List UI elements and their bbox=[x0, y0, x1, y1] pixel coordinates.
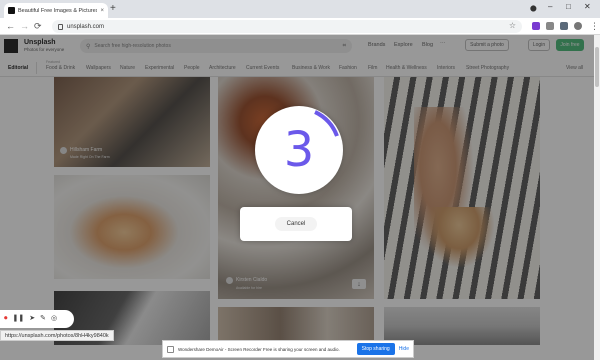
pen-icon[interactable]: ✎ bbox=[40, 315, 46, 323]
window-close-icon[interactable]: ✕ bbox=[584, 2, 591, 12]
cancel-button[interactable]: Cancel bbox=[274, 217, 318, 231]
extension-media-icon[interactable] bbox=[560, 22, 568, 30]
lock-icon bbox=[58, 23, 63, 30]
browser-menu-icon[interactable]: ⋮ bbox=[590, 20, 599, 32]
pause-icon[interactable]: ❚❚ bbox=[13, 315, 25, 323]
new-tab-button[interactable]: + bbox=[110, 3, 116, 15]
profile-avatar-icon[interactable] bbox=[574, 22, 582, 30]
recorder-toolbar: ⏺ ❚❚ ➤ ✎ ◎ bbox=[0, 310, 74, 328]
stop-sharing-button[interactable]: Stop sharing bbox=[356, 343, 395, 355]
countdown-progress-ring bbox=[314, 110, 339, 137]
download-indicator-icon[interactable]: ⬤ bbox=[530, 4, 537, 14]
unsplash-favicon-icon bbox=[8, 7, 15, 14]
record-icon[interactable]: ⏺ bbox=[4, 315, 8, 323]
page-scrollbar[interactable] bbox=[594, 35, 600, 360]
tab-title: Beautiful Free Images & Pictures bbox=[18, 7, 98, 14]
browser-tab-bar: Beautiful Free Images & Pictures × + – □… bbox=[0, 0, 600, 18]
hide-button[interactable]: Hide bbox=[399, 346, 409, 352]
screen-sharing-bar: Wondershare DemoAir - Screen Recorder Fr… bbox=[162, 340, 414, 358]
close-tab-icon[interactable]: × bbox=[100, 8, 104, 14]
extension-puzzle-icon[interactable] bbox=[546, 22, 554, 30]
sharing-message: Wondershare DemoAir - Screen Recorder Fr… bbox=[178, 346, 340, 352]
browser-tab[interactable]: Beautiful Free Images & Pictures × bbox=[4, 3, 108, 18]
scrollbar-thumb[interactable] bbox=[595, 47, 599, 87]
status-url: https://unsplash.com/photos/8hH4ky9840k bbox=[0, 330, 114, 341]
back-icon[interactable]: ← bbox=[6, 20, 15, 32]
screen-share-icon bbox=[167, 345, 174, 353]
countdown-circle: 3 bbox=[255, 106, 343, 194]
address-url: unsplash.com bbox=[67, 23, 105, 30]
minimize-icon[interactable]: – bbox=[548, 2, 552, 12]
reload-icon[interactable]: ⟳ bbox=[34, 20, 42, 32]
address-bar[interactable]: unsplash.com ☆ bbox=[52, 20, 522, 33]
webcam-icon[interactable]: ◎ bbox=[51, 315, 57, 323]
maximize-icon[interactable]: □ bbox=[566, 2, 571, 12]
browser-toolbar: ← → ⟳ unsplash.com ☆ ⋮ bbox=[0, 18, 600, 35]
bookmark-star-icon[interactable]: ☆ bbox=[509, 21, 516, 30]
pointer-icon[interactable]: ➤ bbox=[29, 315, 35, 323]
forward-icon[interactable]: → bbox=[20, 20, 29, 32]
extension-demoair-icon[interactable] bbox=[532, 22, 540, 30]
recording-dim-overlay bbox=[0, 35, 600, 360]
screen: Beautiful Free Images & Pictures × + – □… bbox=[0, 0, 600, 360]
countdown-dialog: Cancel bbox=[240, 207, 352, 241]
